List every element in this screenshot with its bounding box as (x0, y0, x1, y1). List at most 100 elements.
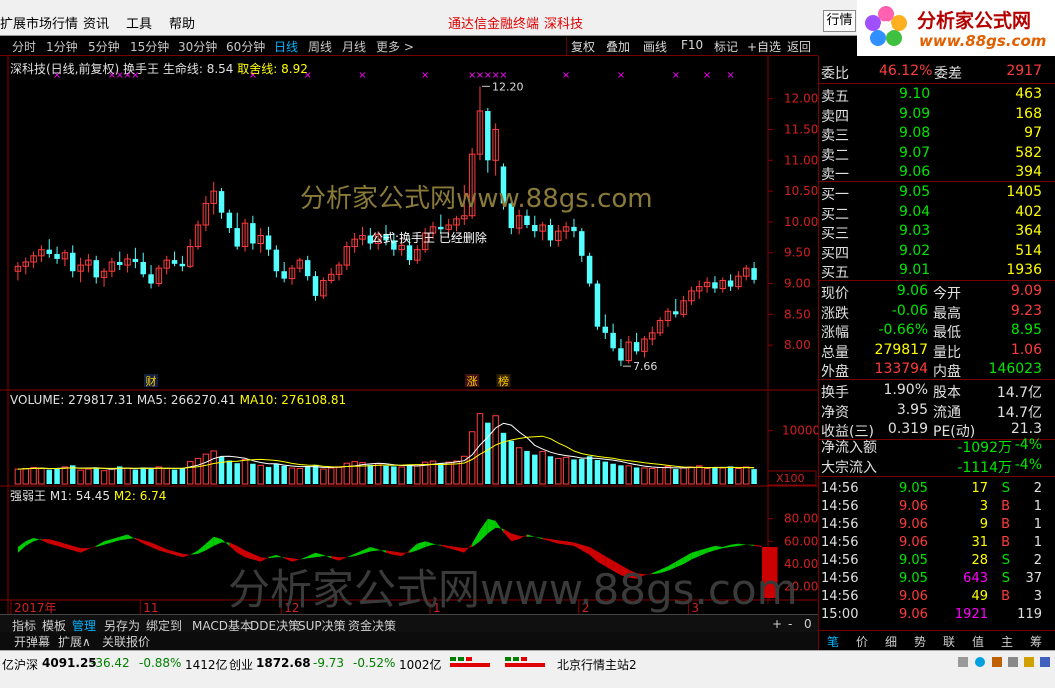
volume-bar (610, 463, 616, 484)
volume-bar (751, 469, 757, 484)
server-name[interactable]: 北京行情主站2 (557, 656, 637, 673)
stat-label: 现价 (821, 286, 849, 302)
volume-ma10: MA10: 276108.81 (239, 393, 347, 407)
tick-side: B (1001, 589, 1010, 604)
bid-volume: 364 (1015, 223, 1042, 239)
bid-row: 买五 9.01 1936 (819, 261, 1055, 281)
flow-label: 大宗流入 (821, 459, 877, 476)
bid-volume: 514 (1015, 242, 1042, 259)
expand-toggle[interactable]: 扩展∧ (58, 633, 91, 650)
volume-bar (234, 463, 240, 484)
candle-body (673, 311, 679, 315)
strength-band (25, 537, 34, 546)
ask-volume: 582 (1015, 144, 1042, 161)
extra-tabs: 开弹幕 扩展∧ 关联报价 (0, 632, 818, 650)
quote-tab[interactable]: 联 (943, 633, 955, 650)
quote-tab[interactable]: 值 (972, 633, 984, 650)
volume-bar (296, 468, 304, 485)
zoom-in-button[interactable]: + (772, 617, 782, 631)
chart-area[interactable]: 8.00 8.50 9.00 9.50 10.00 10.50 11.00 11.50 12.0… (0, 56, 818, 632)
zoom-out-button[interactable]: - (788, 617, 792, 631)
period-tab-weekly[interactable]: 周线 (308, 38, 332, 55)
candle-body (69, 252, 76, 272)
back-button[interactable]: 返回 (787, 38, 811, 55)
period-tab-more[interactable]: 更多 > (376, 38, 414, 55)
tick-volume: 1921 (954, 607, 988, 622)
strength-band (182, 553, 191, 558)
kline-chart-svg[interactable]: 8.00 8.50 9.00 9.50 10.00 10.50 11.00 11.50 12.0… (0, 56, 818, 632)
stat-value-2: 9.09 (1010, 283, 1042, 299)
quote-tab[interactable]: 主 (1001, 633, 1013, 650)
period-tab-5min[interactable]: 5分钟 (88, 38, 120, 55)
f10-button[interactable]: F10 (681, 38, 703, 52)
promo-stock[interactable]: 深科技 (544, 13, 583, 32)
volume-bar (218, 456, 225, 484)
signal-marker: × (703, 70, 711, 81)
candle-body (633, 342, 640, 352)
tick-row: 14:56 9.05 643 S 37 (819, 570, 1055, 588)
overlay-button[interactable]: 叠加 (606, 38, 630, 55)
tick-volume: 643 (963, 571, 988, 586)
ask-volume: 394 (1015, 164, 1042, 180)
volume-bar (398, 466, 405, 485)
strength-m1: M1: 54.45 (49, 489, 111, 503)
quote-tab[interactable]: 笔 (827, 633, 839, 650)
candle-body (618, 348, 624, 361)
candle-body (406, 245, 413, 261)
quote-tab[interactable]: 价 (856, 633, 868, 650)
period-tab-30min[interactable]: 30分钟 (178, 38, 217, 55)
marker-bang: 榜 (498, 374, 509, 388)
volume-bar (743, 466, 750, 485)
add-watchlist-button[interactable]: +自选 (747, 38, 781, 55)
promo-terminal[interactable]: 通达信金融终端 (448, 13, 539, 32)
strength-band (527, 534, 535, 537)
ask-label: 卖五 (821, 89, 849, 105)
volume-bar (155, 466, 163, 485)
adjust-button[interactable]: 复权 (571, 38, 595, 55)
quote-tab[interactable]: 筹 (1030, 633, 1042, 650)
period-tab-daily[interactable]: 日线 (274, 38, 298, 55)
status-bar: 亿 沪深 4091.25 -36.42 -0.88% 1412亿 创业 1872… (0, 650, 1055, 688)
menu-news[interactable]: 资讯 (83, 13, 109, 32)
related-quote-tab[interactable]: 关联报价 (102, 633, 150, 650)
strength-band (550, 539, 559, 544)
volume-bar (673, 469, 679, 484)
volume-bar (108, 468, 116, 485)
indicator-name: 换手王 (123, 62, 160, 76)
date-label: 2017年 (14, 601, 57, 615)
volume-bar (367, 464, 374, 484)
menu-tools[interactable]: 工具 (126, 13, 152, 32)
volume-bar (664, 465, 672, 485)
bid-label: 买三 (821, 226, 849, 242)
period-tab-15min[interactable]: 15分钟 (130, 38, 169, 55)
barrage-toggle[interactable]: 开弹幕 (14, 633, 50, 650)
volume-bar (539, 450, 546, 485)
watermark-main: 分析家公式网www.88gs.com (300, 184, 653, 214)
candle-body (140, 261, 146, 275)
quote-tab[interactable]: 细 (885, 633, 897, 650)
quote-tabs: 笔价细势联值主筹 (819, 632, 1055, 650)
date-label: 11 (143, 601, 158, 615)
strength-band (558, 540, 567, 545)
period-tab-monthly[interactable]: 月线 (342, 38, 366, 55)
flow-label: 净流入额 (821, 440, 877, 456)
period-tab-1min[interactable]: 1分钟 (46, 38, 78, 55)
strength-band (699, 548, 708, 557)
market-button[interactable]: 行情 (823, 10, 856, 32)
reset-button[interactable]: 0 (804, 617, 812, 631)
bid-volume: 402 (1015, 203, 1042, 220)
quote-tab[interactable]: 势 (914, 633, 926, 650)
tick-time: 14:56 (821, 589, 859, 604)
menu-extended-market[interactable]: 扩展市场行情 (0, 13, 78, 32)
mark-button[interactable]: 标记 (714, 38, 738, 55)
tick-side: B (1001, 535, 1010, 550)
marker-zhang: 涨 (467, 375, 478, 388)
period-tab-60min[interactable]: 60分钟 (226, 38, 265, 55)
candle-body (594, 283, 601, 327)
stat-label: 外盘 (821, 364, 849, 380)
period-tab-fenshi[interactable]: 分时 (12, 38, 36, 55)
menu-help[interactable]: 帮助 (169, 13, 195, 32)
draw-line-button[interactable]: 画线 (643, 38, 667, 55)
volume-bar (485, 422, 491, 484)
candle-body (132, 258, 139, 262)
